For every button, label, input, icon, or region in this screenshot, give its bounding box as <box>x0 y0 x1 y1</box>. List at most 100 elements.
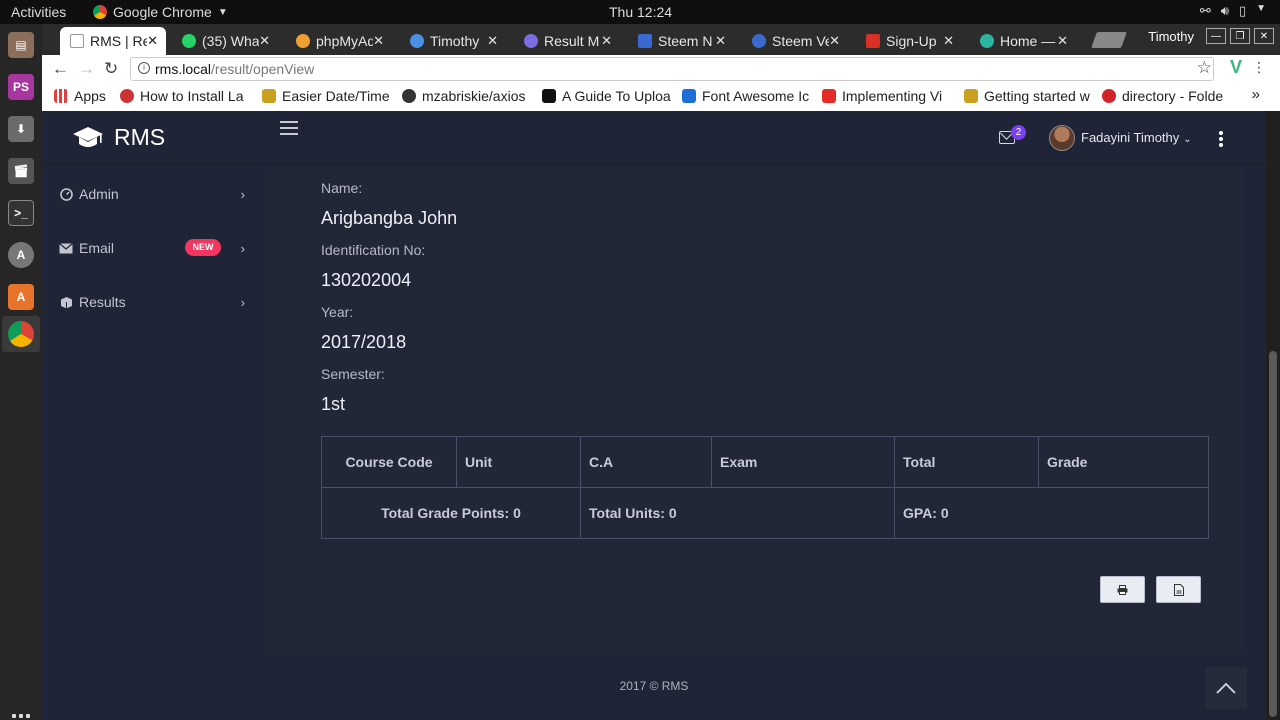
avatar[interactable] <box>1049 125 1075 151</box>
ubuntu-software-icon[interactable]: A <box>8 284 34 310</box>
more-vert-icon[interactable] <box>1219 131 1223 149</box>
address-bar[interactable]: i rms.local/result/openView <box>130 57 1214 81</box>
github-icon <box>402 89 416 103</box>
brand-logo[interactable]: RMS <box>72 124 165 151</box>
askubuntu-icon <box>1102 89 1116 103</box>
bookmark-label: Implementing Vi <box>842 88 943 104</box>
gmail-icon <box>866 34 880 48</box>
semester-value: 1st <box>321 394 346 414</box>
bookmark-item[interactable]: Font Awesome Ic <box>682 88 810 104</box>
bookmark-item[interactable]: Getting started w <box>964 88 1092 104</box>
bookmark-item[interactable]: directory - Folde <box>1102 88 1230 104</box>
tab-signup[interactable]: Sign-Up ✕ <box>856 27 962 55</box>
print-button[interactable] <box>1100 576 1145 603</box>
chevron-down-icon: ⌄ <box>1183 134 1192 145</box>
results-table: Course Code Unit C.A Exam Total Grade To… <box>321 436 1209 539</box>
page-scrollbar[interactable] <box>1266 111 1280 720</box>
sidebar-item-label: Results <box>79 294 126 310</box>
site-icon <box>262 89 276 103</box>
sidebar-item-email[interactable]: Email NEW › <box>59 236 249 260</box>
tab-rms[interactable]: RMS | Re ✕ <box>60 27 166 55</box>
scrollbar-thumb[interactable] <box>1269 351 1277 717</box>
show-apps-icon[interactable] <box>12 714 30 720</box>
footer-text: 2017 © RMS <box>619 679 689 693</box>
tab-phpmyadmin[interactable]: phpMyAd ✕ <box>286 27 392 55</box>
tab-result[interactable]: Result M ✕ <box>514 27 620 55</box>
bookmark-label: directory - Folde <box>1122 88 1224 104</box>
steem-icon <box>752 34 766 48</box>
sidebar-item-label: Email <box>79 240 115 256</box>
sidebar-item-results[interactable]: Results › <box>59 290 249 314</box>
clock[interactable]: Thu 12:24 <box>609 4 672 20</box>
app-navbar: RMS 2 Fadayini Timothy ⌄ <box>42 111 1266 165</box>
close-icon[interactable]: ✕ <box>1254 28 1274 44</box>
tab-title: (35) Wha <box>202 33 260 49</box>
toolbar: ← → ↻ i rms.local/result/openView ☆ V ⋮ <box>42 55 1280 83</box>
close-icon[interactable]: ✕ <box>147 33 158 49</box>
minimize-icon[interactable]: — <box>1206 28 1226 44</box>
new-tab-button[interactable] <box>1091 32 1127 48</box>
installer-icon[interactable]: ⬇ <box>8 116 34 142</box>
export-pdf-button[interactable] <box>1156 576 1201 603</box>
cubes-icon <box>59 295 73 309</box>
chrome-icon[interactable] <box>8 321 34 347</box>
tab-title: Timothy <box>430 33 480 49</box>
sidebar-item-admin[interactable]: Admin › <box>59 182 249 206</box>
tab-steem-v[interactable]: Steem Ve ✕ <box>742 27 848 55</box>
close-icon[interactable]: ✕ <box>259 33 270 49</box>
bookmark-item[interactable]: mzabriskie/axios <box>402 88 530 104</box>
phpstorm-icon[interactable]: PS <box>8 74 34 100</box>
tab-timothy[interactable]: Timothy ✕ <box>400 27 506 55</box>
app-menu[interactable]: Google Chrome ▼ <box>93 4 228 20</box>
tab-title: phpMyAd <box>316 33 374 49</box>
brand-name: RMS <box>114 124 166 150</box>
tab-steem-n[interactable]: Steem N ✕ <box>628 27 734 55</box>
close-icon[interactable]: ✕ <box>1057 33 1068 49</box>
back-icon[interactable]: ← <box>52 59 69 79</box>
bookmark-item[interactable]: How to Install La <box>120 88 250 104</box>
bookmark-item[interactable]: A Guide To Uploa <box>542 88 672 104</box>
scroll-to-top-button[interactable] <box>1205 667 1247 709</box>
terminal-icon[interactable]: >_ <box>8 200 34 226</box>
close-icon[interactable]: ✕ <box>373 33 384 49</box>
more-vert-icon[interactable]: ⋮ <box>1252 59 1266 76</box>
info-icon[interactable]: i <box>138 62 150 74</box>
chrome-icon <box>93 5 107 19</box>
column-header: Course Code <box>321 436 457 488</box>
vue-devtools-icon[interactable]: V <box>1230 57 1242 78</box>
bookmark-label: Apps <box>74 88 106 104</box>
table-header-row: Course Code Unit C.A Exam Total Grade <box>321 436 1209 488</box>
tab-title: Home — <box>1000 33 1056 49</box>
hamburger-menu-icon[interactable] <box>280 121 298 139</box>
tab-whatsapp[interactable]: (35) Wha ✕ <box>172 27 278 55</box>
activities-button[interactable]: Activities <box>11 4 66 20</box>
bookmarks-overflow-icon[interactable]: » <box>1252 86 1260 103</box>
site-icon <box>964 89 978 103</box>
profile-name[interactable]: Timothy <box>1148 29 1194 44</box>
software-updater-icon[interactable]: A <box>8 242 34 268</box>
close-icon[interactable]: ✕ <box>601 33 612 49</box>
graduation-cap-icon <box>73 126 103 147</box>
bookmark-item[interactable]: Implementing Vi <box>822 88 950 104</box>
tab-title: RMS | Re <box>90 33 148 49</box>
close-icon[interactable]: ✕ <box>715 33 726 49</box>
reload-icon[interactable]: ↻ <box>104 59 118 79</box>
close-icon[interactable]: ✕ <box>943 33 954 49</box>
forward-icon[interactable]: → <box>78 59 95 79</box>
envelope-icon <box>59 241 73 255</box>
aw-icon <box>542 89 556 103</box>
chevron-down-icon: ▼ <box>1256 3 1266 14</box>
bookmark-apps[interactable]: Apps <box>54 88 106 104</box>
close-icon[interactable]: ✕ <box>487 33 498 49</box>
year-label: Year: <box>321 304 354 320</box>
tab-home[interactable]: Home — ✕ <box>970 27 1076 55</box>
sidebar-item-label: Admin <box>79 186 119 202</box>
bookmark-star-icon[interactable]: ☆ <box>1197 58 1212 78</box>
restore-icon[interactable]: ❐ <box>1230 28 1250 44</box>
bookmark-item[interactable]: Easier Date/Time <box>262 88 390 104</box>
files-icon[interactable]: ▤ <box>8 32 34 58</box>
close-icon[interactable]: ✕ <box>829 33 840 49</box>
system-tray[interactable]: ⚯ 🔊︎ ▯ ▼ <box>1200 3 1266 19</box>
video-editor-icon[interactable]: 🎬︎ <box>8 158 34 184</box>
user-menu[interactable]: Fadayini Timothy ⌄ <box>1081 130 1192 145</box>
